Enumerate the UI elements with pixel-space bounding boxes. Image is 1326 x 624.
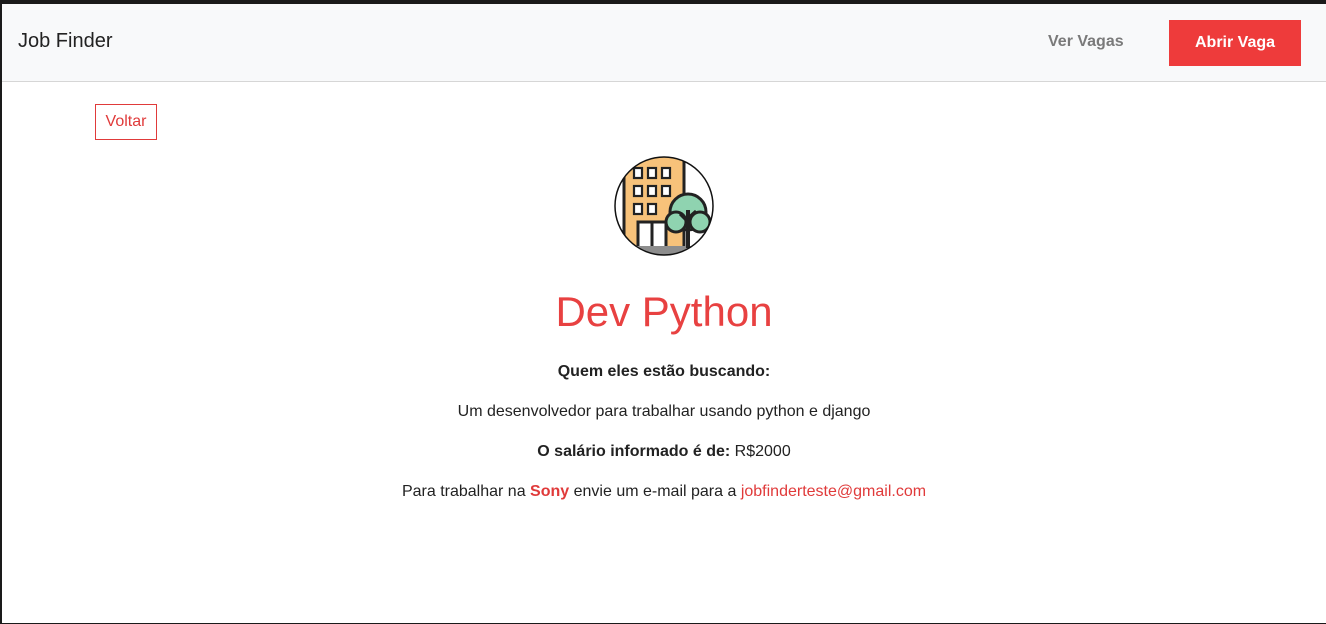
ver-vagas-link[interactable]: Ver Vagas [1048, 33, 1124, 51]
brand-link[interactable]: Job Finder [18, 30, 113, 53]
navbar: Job Finder Ver Vagas Abrir Vaga [2, 4, 1326, 82]
salary-label: O salário informado é de: [537, 443, 731, 460]
contact-prefix: Para trabalhar na [401, 483, 526, 500]
salary-value: R$2000 [734, 443, 791, 460]
building-tree-icon [614, 156, 714, 256]
contact-line: Para trabalhar na Sony envie um e-mail p… [2, 482, 1326, 502]
contact-middle: envie um e-mail para a [573, 483, 737, 500]
job-description: Um desenvolvedor para trabalhar usando p… [457, 403, 871, 420]
email-link[interactable]: jobfinderteste@gmail.com [741, 483, 926, 500]
salary-line: O salário informado é de: R$2000 [2, 442, 1326, 462]
job-title: Dev Python [555, 288, 773, 335]
voltar-button[interactable]: Voltar [95, 104, 157, 140]
abrir-vaga-button[interactable]: Abrir Vaga [1169, 20, 1301, 66]
looking-for-label: Quem eles estão buscando: [557, 363, 771, 380]
job-details: Dev Python Quem eles estão buscando: Um … [2, 156, 1326, 502]
company-name: Sony [530, 483, 570, 500]
